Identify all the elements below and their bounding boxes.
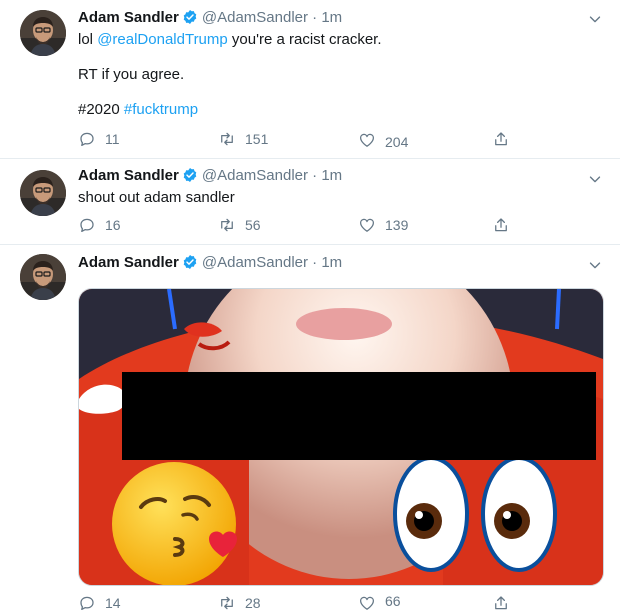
like-button[interactable]: 204 <box>358 130 408 150</box>
like-button[interactable]: 66 <box>358 593 401 612</box>
tweet-line: lol @realDonaldTrump you're a racist cra… <box>78 30 598 50</box>
reply-count: 14 <box>105 595 121 611</box>
retweet-icon <box>218 216 236 234</box>
avatar[interactable] <box>20 254 66 300</box>
share-button[interactable] <box>492 130 510 148</box>
handle[interactable]: @AdamSandler <box>202 254 308 271</box>
reply-icon <box>78 216 96 234</box>
redaction-bar <box>122 372 596 460</box>
reply-count: 11 <box>105 131 120 147</box>
heart-icon <box>358 216 376 234</box>
tweet-line: #2020 #fucktrump <box>78 100 598 120</box>
handle[interactable]: @AdamSandler <box>202 9 308 26</box>
tweet[interactable]: Adam Sandler @AdamSandler · 1m shout out … <box>0 158 620 245</box>
tweet-header: Adam Sandler @AdamSandler · 1m <box>78 8 342 28</box>
reply-icon <box>78 594 96 612</box>
heart-icon <box>358 131 376 149</box>
share-icon <box>492 216 510 234</box>
share-icon <box>492 130 510 148</box>
reply-count: 16 <box>105 217 121 233</box>
reply-button[interactable]: 16 <box>78 216 121 234</box>
mention-link[interactable]: @realDonaldTrump <box>97 31 228 48</box>
reply-button[interactable]: 14 <box>78 594 121 612</box>
like-count: 139 <box>385 217 409 233</box>
reply-button[interactable]: 11 <box>78 130 120 148</box>
avatar[interactable] <box>20 170 66 216</box>
retweet-icon <box>218 130 236 148</box>
hashtag-link[interactable]: #fucktrump <box>124 101 198 118</box>
separator-dot: · <box>312 254 318 271</box>
avatar[interactable] <box>20 10 66 56</box>
retweet-count: 151 <box>245 131 269 147</box>
text-segment: lol <box>78 31 98 48</box>
retweet-icon <box>218 594 236 612</box>
display-name[interactable]: Adam Sandler <box>78 167 179 184</box>
chevron-down-icon[interactable] <box>586 256 604 274</box>
display-name[interactable]: Adam Sandler <box>78 9 179 26</box>
retweet-button[interactable]: 56 <box>218 216 261 234</box>
retweet-count: 56 <box>245 217 261 233</box>
tweet-text: lol @realDonaldTrump you're a racist cra… <box>78 30 598 120</box>
text-segment: you're a racist cracker. <box>227 31 382 48</box>
chevron-down-icon[interactable] <box>586 170 604 188</box>
hashtag-text[interactable]: #2020 <box>78 101 120 118</box>
reply-icon <box>78 130 96 148</box>
share-button[interactable] <box>492 594 510 612</box>
separator-dot: · <box>312 167 318 184</box>
timestamp[interactable]: 1m <box>321 9 342 26</box>
handle[interactable]: @AdamSandler <box>202 167 308 184</box>
separator-dot: · <box>312 9 318 26</box>
timestamp[interactable]: 1m <box>321 167 342 184</box>
tweet-header: Adam Sandler @AdamSandler · 1m <box>78 253 342 273</box>
chevron-down-icon[interactable] <box>586 10 604 28</box>
display-name[interactable]: Adam Sandler <box>78 254 179 271</box>
heart-icon <box>358 594 376 612</box>
share-icon <box>492 594 510 612</box>
tweet[interactable]: Adam Sandler @AdamSandler · 1m lol @realD… <box>0 0 620 159</box>
like-count: 204 <box>385 134 409 150</box>
tweet-line: RT if you agree. <box>78 66 185 83</box>
verified-badge-icon <box>182 254 198 270</box>
timestamp[interactable]: 1m <box>321 254 342 271</box>
tweet-text: shout out adam sandler <box>78 189 235 206</box>
tweet-actions: 11 151 204 <box>78 130 518 152</box>
tweet-header: Adam Sandler @AdamSandler · 1m <box>78 166 342 186</box>
retweet-button[interactable]: 151 <box>218 130 268 148</box>
retweet-button[interactable]: 28 <box>218 594 261 612</box>
like-button[interactable]: 139 <box>358 216 408 234</box>
tweet-actions: 14 28 66 <box>78 593 518 616</box>
like-count: 66 <box>385 593 401 609</box>
verified-badge-icon <box>182 9 198 25</box>
share-button[interactable] <box>492 216 510 234</box>
retweet-count: 28 <box>245 595 261 611</box>
tweet-actions: 16 56 139 <box>78 216 518 238</box>
verified-badge-icon <box>182 167 198 183</box>
